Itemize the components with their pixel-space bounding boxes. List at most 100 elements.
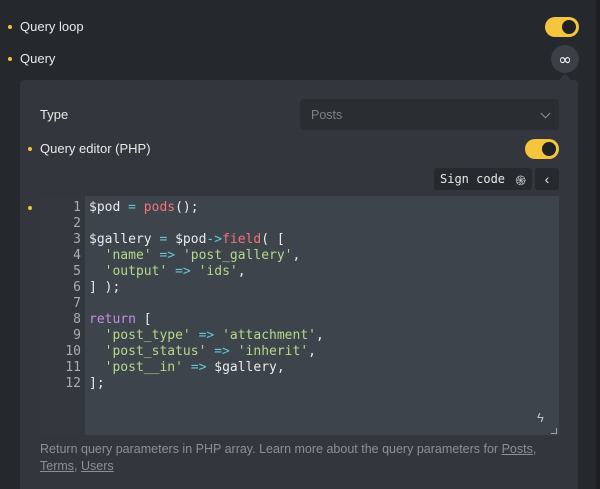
code-token: $gallery [214, 360, 277, 375]
line-number-gutter: 1 2 3 4 5 6 7 8 9 10 11 12 [40, 196, 85, 435]
code-token: , [276, 360, 285, 375]
code-token: 'post_type' [104, 328, 191, 343]
code-token: , [315, 328, 324, 343]
line-number: 2 [73, 216, 81, 231]
code-token: $pod [175, 232, 207, 247]
line-number: 12 [65, 376, 81, 391]
query-editor-label: Query editor (PHP) [40, 141, 151, 156]
code-token: 'ids' [198, 264, 238, 279]
code-token: 'attachment' [222, 328, 316, 343]
help-separator: , [74, 459, 81, 473]
toggle-knob [542, 142, 556, 156]
code-line: ] ); [89, 280, 120, 296]
code-line: return [ [89, 312, 152, 328]
code-token: 'post__in' [104, 360, 183, 375]
php-code-editor[interactable]: 1 2 3 4 5 6 7 8 9 10 11 12 $pod = pods(); $gallery =… [40, 196, 559, 435]
line-number: 4 [73, 248, 81, 263]
users-link[interactable]: Users [81, 459, 114, 473]
fingerprint-icon: ֍ [515, 174, 526, 189]
code-token: (); [175, 200, 199, 215]
code-line: $gallery = $pod->field( [ [89, 232, 285, 248]
type-select-value: Posts [311, 107, 343, 122]
line-number: 6 [73, 280, 81, 295]
code-token: , [292, 248, 301, 263]
code-token: ] ); [89, 280, 121, 295]
code-token: ( [ [261, 232, 285, 247]
line-number: 8 [73, 312, 81, 327]
code-token: => [159, 248, 176, 263]
type-select[interactable]: Posts [300, 99, 559, 130]
code-line: 'post_type' => 'attachment', [89, 328, 324, 344]
chevron-down-icon [540, 108, 551, 119]
terms-link[interactable]: Terms [40, 459, 74, 473]
posts-link[interactable]: Posts [502, 442, 533, 456]
code-token: [ [135, 312, 152, 327]
query-settings-button[interactable]: ∞ [551, 45, 579, 73]
code-token: 'output' [104, 264, 168, 279]
modified-indicator-dot [8, 57, 12, 61]
help-separator: , [532, 442, 537, 456]
code-token: pods [143, 200, 176, 215]
line-number: 1 [73, 200, 81, 215]
resize-handle[interactable] [551, 428, 557, 434]
code-token: => [214, 344, 230, 359]
line-number: 3 [73, 232, 81, 247]
code-line: ]; [89, 376, 105, 392]
lightning-icon[interactable]: ϟ [537, 410, 544, 425]
modified-indicator-dot [28, 147, 32, 151]
query-loop-label: Query loop [20, 19, 84, 34]
code-token: field [222, 232, 262, 247]
code-token: => [175, 264, 191, 279]
help-text-body: Return query parameters in PHP array. Le… [40, 442, 502, 456]
line-number: 7 [73, 296, 81, 311]
code-token: 'name' [104, 248, 152, 263]
line-number: 10 [65, 344, 81, 359]
code-token: 'post_gallery' [182, 248, 293, 263]
query-loop-toggle[interactable] [545, 17, 579, 37]
line-number: 11 [65, 360, 81, 375]
code-line: 'output' => 'ids', [89, 264, 246, 280]
code-token: 'inherit' [237, 344, 309, 359]
line-number: 5 [73, 264, 81, 279]
chevron-left-icon: ‹ [544, 171, 550, 187]
query-label: Query [20, 51, 56, 66]
query-editor-toggle[interactable] [525, 139, 559, 159]
toggle-knob [562, 20, 576, 34]
collapse-button[interactable]: ‹ [535, 168, 559, 190]
code-token: = [128, 200, 136, 215]
sign-code-label: Sign code [440, 172, 506, 186]
help-text: Return query parameters in PHP array. Le… [40, 441, 560, 475]
code-token: return [89, 312, 136, 327]
code-token: => [198, 328, 215, 343]
code-line: 'name' => 'post_gallery', [89, 248, 301, 264]
modified-indicator-dot [8, 25, 12, 29]
scrollbar-track [596, 0, 600, 489]
code-token: 'post_status' [104, 344, 207, 359]
sign-code-button[interactable]: Sign code ֍ [434, 168, 532, 190]
modified-indicator-dot [28, 206, 32, 210]
code-line: 'post__in' => $gallery, [89, 360, 285, 376]
code-line: $pod = pods(); [89, 200, 199, 216]
code-token: , [308, 344, 316, 359]
code-token: , [237, 264, 246, 279]
line-number: 9 [73, 328, 81, 343]
code-token: -> [206, 232, 223, 247]
type-label: Type [40, 107, 69, 122]
code-token: $pod [89, 200, 121, 215]
code-line: 'post_status' => 'inherit', [89, 344, 316, 360]
